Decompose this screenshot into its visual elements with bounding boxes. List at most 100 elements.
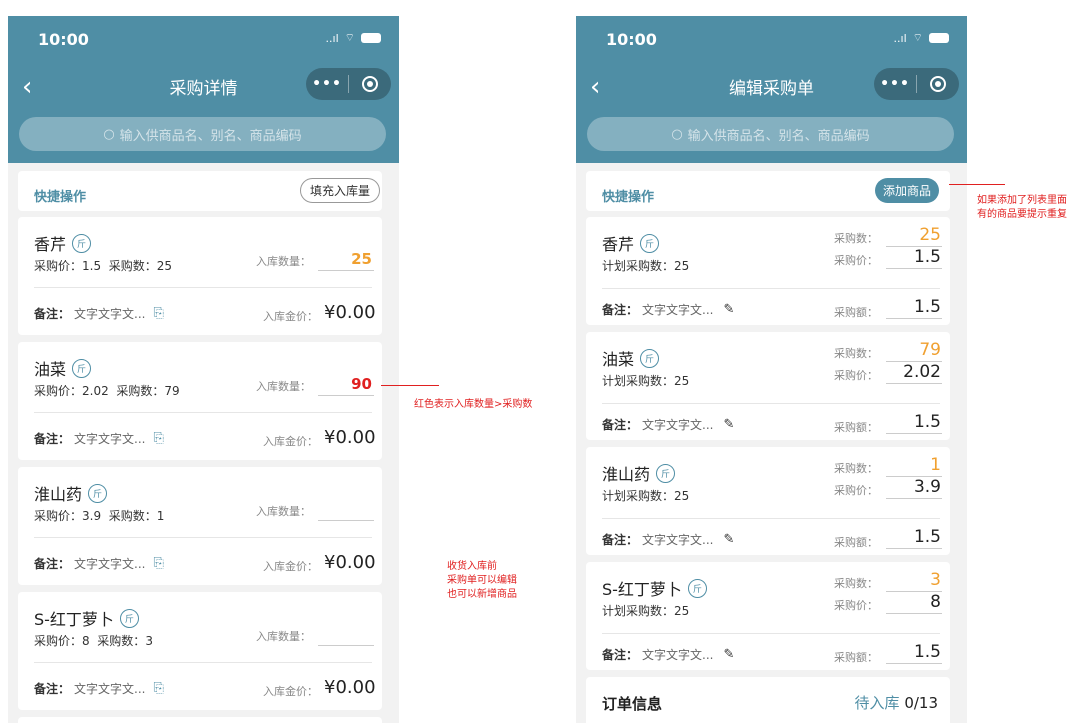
price-label: 采购价： — [834, 254, 878, 267]
count-input[interactable]: 79 — [896, 340, 941, 360]
close-target-button[interactable] — [917, 76, 959, 92]
note-edit-icon[interactable]: ⎘ — [153, 681, 163, 696]
product-name-text: 香芹 — [34, 235, 67, 254]
note-label: 备注： — [602, 648, 639, 662]
note-row[interactable]: 备注： 文字文字文... ⎘ — [34, 680, 164, 697]
price-label: 采购价： — [834, 484, 878, 497]
note-label: 备注： — [34, 682, 71, 696]
in-amount-label: 入库金价： — [263, 435, 318, 448]
note-text: 文字文字文... — [642, 533, 714, 547]
in-qty-input-over[interactable]: 90 — [318, 375, 372, 393]
divider — [34, 537, 372, 538]
more-icon[interactable]: ••• — [874, 76, 916, 92]
pencil-icon[interactable]: ✎ — [723, 647, 734, 662]
note-edit-icon[interactable]: ⎘ — [153, 306, 163, 321]
amount-input[interactable]: 1.5 — [896, 412, 941, 432]
count-input[interactable]: 1 — [896, 455, 941, 475]
amount-label: 采购额： — [834, 536, 878, 549]
mini-program-capsule: ••• — [874, 68, 959, 100]
note-edit-icon[interactable]: ⎘ — [153, 556, 163, 571]
amount-input[interactable]: 1.5 — [896, 297, 941, 317]
count-label: 采购数： — [834, 232, 878, 245]
pencil-icon[interactable]: ✎ — [723, 302, 734, 317]
price-value: 2.02 — [82, 384, 109, 398]
pencil-icon[interactable]: ✎ — [723, 532, 734, 547]
count-label: 采购数： — [834, 462, 878, 475]
note-row[interactable]: 备注： 文字文字文... ✎ — [602, 531, 734, 548]
target-icon — [362, 76, 378, 92]
add-product-button[interactable]: 添加商品 — [874, 178, 939, 203]
status-icons: ..ıl ⌔ — [326, 31, 381, 45]
price-value: 1.5 — [82, 259, 102, 273]
price-input[interactable]: 3.9 — [896, 477, 941, 497]
amount-input[interactable]: 1.5 — [896, 527, 941, 547]
wifi-icon: ⌔ — [912, 31, 923, 44]
more-icon[interactable]: ••• — [306, 76, 348, 92]
note-text: 文字文字文... — [74, 307, 146, 321]
product-name: 淮山药 斤 — [602, 461, 676, 485]
note-row[interactable]: 备注： 文字文字文... ✎ — [602, 301, 734, 318]
status-time: 10:00 — [38, 30, 89, 49]
plan-count: 计划采购数：25 — [602, 257, 689, 274]
unit-jin-icon: 斤 — [72, 233, 92, 253]
plan-count-value: 25 — [674, 374, 690, 388]
count-input[interactable]: 25 — [896, 225, 941, 245]
purchase-detail-screen: 10:00 ..ıl ⌔ ‹ 采购详情 ••• ○ 输入供商品名、别名、商品编码… — [8, 16, 399, 723]
price-input[interactable]: 8 — [896, 592, 941, 612]
order-status-text: 待入库 — [854, 694, 905, 712]
count-label: 采购数： — [97, 634, 146, 648]
count-value: 79 — [164, 384, 180, 398]
amount-input[interactable]: 1.5 — [896, 642, 941, 662]
product-name-text: 淮山药 — [602, 465, 651, 484]
search-input[interactable]: ○ 输入供商品名、别名、商品编码 — [587, 117, 954, 151]
quick-ops-bar: 快捷操作 添加商品 — [586, 171, 950, 211]
unit-jin-icon: 斤 — [640, 348, 660, 368]
list-item: 油菜 斤 计划采购数：25 采购数： 79 采购价： 2.02 备注： 文字文字… — [586, 332, 950, 440]
plan-count: 计划采购数：25 — [602, 602, 689, 619]
price-and-count: 采购价：3.9 采购数：1 — [34, 507, 164, 524]
list-item: 香芹 斤 计划采购数：25 采购数： 25 采购价： 1.5 备注： 文字文字文… — [586, 217, 950, 325]
in-qty-input[interactable]: 25 — [318, 250, 372, 268]
amount-label: 采购额： — [834, 651, 878, 664]
list-item: 淮山药 斤 采购价：3.9 采购数：1 入库数量： 备注： 文字文字文... ⎘… — [18, 467, 382, 585]
price-label: 采购价： — [834, 369, 878, 382]
quick-ops-label: 快捷操作 — [34, 190, 87, 205]
price-input[interactable]: 2.02 — [886, 362, 941, 382]
plan-count-label: 计划采购数： — [602, 374, 675, 388]
annotation-edit-line1: 收货入库前 — [447, 561, 497, 572]
product-name: S-红丁萝卜 斤 — [34, 606, 139, 630]
status-time: 10:00 — [606, 30, 657, 49]
note-label: 备注： — [34, 557, 71, 571]
order-status: 待入库 0/13 — [855, 692, 938, 713]
note-label: 备注： — [602, 303, 639, 317]
unit-jin-icon: 斤 — [640, 233, 660, 253]
signal-icon: ..ıl — [893, 31, 907, 45]
pencil-icon[interactable]: ✎ — [723, 417, 734, 432]
in-amount-value: ¥0.00 — [324, 552, 376, 573]
note-row[interactable]: 备注： 文字文字文... ⎘ — [34, 555, 164, 572]
count-label: 采购数： — [116, 384, 165, 398]
note-label: 备注： — [602, 533, 639, 547]
divider — [34, 287, 372, 288]
price-input[interactable]: 1.5 — [896, 247, 941, 267]
count-input[interactable]: 3 — [896, 570, 941, 590]
order-info-bar[interactable]: 订单信息 待入库 0/13 — [586, 677, 950, 723]
note-text: 文字文字文... — [74, 432, 146, 446]
note-edit-icon[interactable]: ⎘ — [153, 431, 163, 446]
product-name: S-红丁萝卜 斤 — [602, 576, 707, 600]
note-row[interactable]: 备注： 文字文字文... ✎ — [602, 646, 734, 663]
fill-in-stock-button[interactable]: 填充入库量 — [299, 178, 380, 203]
note-row[interactable]: 备注： 文字文字文... ✎ — [602, 416, 734, 433]
count-label: 采购数： — [108, 259, 157, 273]
order-info-title: 订单信息 — [602, 695, 663, 713]
note-row[interactable]: 备注： 文字文字文... ⎘ — [34, 305, 164, 322]
in-qty-label: 入库数量： — [256, 630, 311, 643]
search-placeholder: 输入供商品名、别名、商品编码 — [687, 128, 870, 144]
search-input[interactable]: ○ 输入供商品名、别名、商品编码 — [19, 117, 386, 151]
price-label: 采购价： — [34, 634, 83, 648]
quick-ops-label: 快捷操作 — [602, 190, 655, 205]
product-name-text: 香芹 — [602, 235, 635, 254]
price-underline — [886, 613, 942, 614]
note-row[interactable]: 备注： 文字文字文... ⎘ — [34, 430, 164, 447]
close-target-button[interactable] — [349, 76, 391, 92]
